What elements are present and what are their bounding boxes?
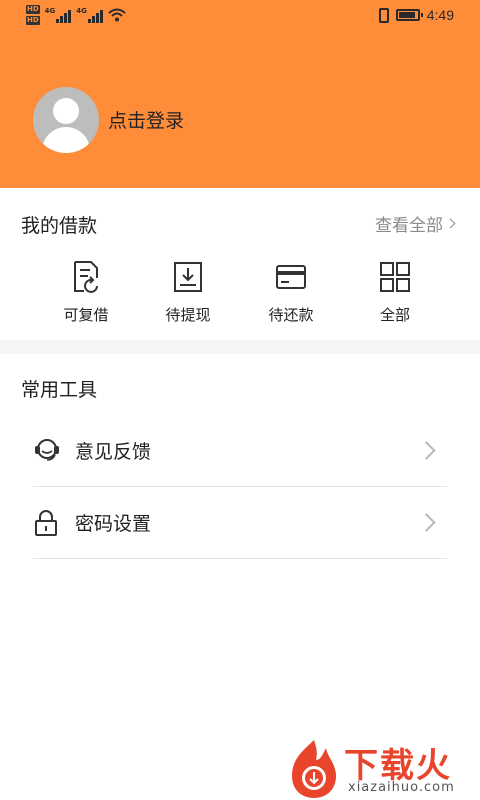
network-type: 4G [44, 6, 56, 15]
headset-icon [35, 439, 59, 461]
profile-header: HD HD 4G 4G 4:49 点击登录 [0, 0, 480, 188]
lock-icon [35, 510, 57, 536]
loan-item-label: 待还款 [268, 306, 314, 324]
login-link[interactable]: 点击登录 [108, 106, 184, 133]
tool-row-label: 密码设置 [75, 513, 152, 535]
grid-icon [380, 262, 410, 292]
hd-badge: HD [26, 16, 40, 25]
loan-item-label: 可复借 [63, 306, 109, 324]
clock: 4:49 [426, 7, 454, 23]
view-all-link[interactable]: 查看全部 [375, 211, 456, 236]
loan-item-withdraw[interactable]: 待提现 [140, 260, 236, 325]
flame-logo-icon [292, 740, 336, 798]
vibrate-icon [378, 7, 389, 23]
watermark: 下载火 xiazaihuo.com [286, 736, 476, 800]
chevron-right-icon [417, 513, 436, 532]
chevron-right-icon [445, 218, 456, 229]
signal-icon: 4G [76, 6, 103, 23]
loans-title: 我的借款 [21, 215, 98, 237]
loan-item-label: 全部 [379, 306, 410, 324]
status-left: HD HD 4G 4G [26, 5, 126, 25]
tool-row-label: 意见反馈 [75, 441, 152, 463]
loan-item-all[interactable]: 全部 [347, 260, 443, 325]
view-all-label: 查看全部 [375, 216, 443, 236]
hd-indicators: HD HD [26, 5, 40, 25]
tool-row-password[interactable]: 密码设置 [33, 487, 447, 559]
hd-badge: HD [26, 5, 40, 14]
card-icon [276, 265, 306, 289]
watermark-site: xiazaihuo.com [348, 780, 455, 795]
loan-item-reborrow[interactable]: 可复借 [38, 260, 134, 325]
tool-row-feedback[interactable]: 意见反馈 [33, 415, 447, 487]
wifi-icon [108, 8, 126, 22]
loan-item-repay[interactable]: 待还款 [243, 260, 339, 325]
tools-title: 常用工具 [21, 379, 98, 401]
document-refresh-icon [74, 261, 98, 293]
section-divider [0, 340, 480, 354]
download-tray-icon [174, 262, 202, 292]
status-right: 4:49 [378, 7, 454, 23]
battery-icon [395, 9, 423, 21]
network-type: 4G [76, 6, 87, 15]
chevron-right-icon [417, 441, 436, 460]
signal-icon: 4G [44, 6, 72, 23]
avatar-body [42, 127, 90, 153]
status-bar: HD HD 4G 4G 4:49 [0, 0, 480, 34]
avatar[interactable] [33, 87, 99, 153]
avatar-head [53, 98, 79, 124]
loan-item-label: 待提现 [165, 306, 211, 324]
